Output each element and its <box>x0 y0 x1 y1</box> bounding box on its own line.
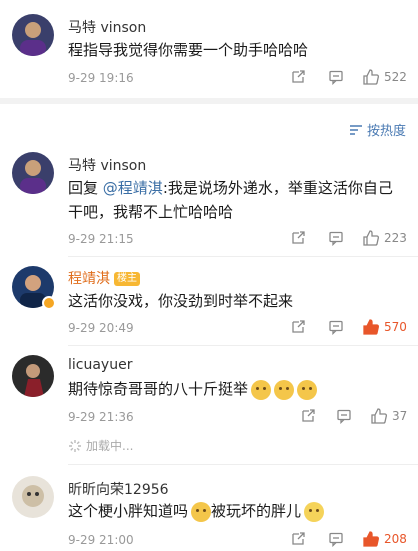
sort-label: 按热度 <box>366 124 406 139</box>
emoji-icon <box>251 379 272 400</box>
username[interactable]: 马特 vinson <box>68 17 146 37</box>
like-count: 522 <box>384 70 407 84</box>
like-button[interactable]: 570 <box>362 318 407 336</box>
timestamp: 9-29 21:00 <box>68 533 134 547</box>
share-button[interactable] <box>290 230 306 246</box>
avatar[interactable] <box>12 355 54 397</box>
sort-by-hot-button[interactable]: 按热度 <box>349 120 406 139</box>
emoji-icon <box>274 379 295 400</box>
comment-icon <box>329 320 343 335</box>
comment-icon <box>329 532 343 547</box>
comment-text: 回复 @程靖淇:我是说场外递水，举重这活你自己干吧，我帮不上忙哈哈哈 <box>68 176 404 224</box>
like-count: 570 <box>384 320 407 334</box>
username[interactable]: 昕昕向荣12956 <box>68 479 169 499</box>
share-icon <box>292 532 305 545</box>
comment-body: 期待惊奇哥哥的八十斤挺举 <box>68 380 249 398</box>
comment-button[interactable] <box>328 230 344 246</box>
thumbs-up-icon <box>363 319 379 335</box>
share-icon <box>292 70 305 83</box>
verified-badge-icon <box>42 296 56 310</box>
like-count: 208 <box>384 532 407 546</box>
like-button[interactable]: 208 <box>362 530 407 548</box>
comment-text: 这个梗小胖知道吗 被玩坏的胖儿 <box>68 499 404 523</box>
share-icon <box>292 231 305 244</box>
emoji-icon <box>191 501 212 522</box>
loading-label: 加载中... <box>86 439 134 453</box>
comment-body-after: 被玩坏的胖儿 <box>211 502 302 520</box>
username[interactable]: 程靖淇 楼主 <box>68 268 140 288</box>
comment-button[interactable] <box>328 69 344 85</box>
sort-icon <box>349 124 362 135</box>
comment-button[interactable] <box>328 319 344 335</box>
username[interactable]: licuayuer <box>68 357 132 373</box>
comment-button[interactable] <box>336 408 352 424</box>
loading-indicator: 加载中... <box>68 437 133 454</box>
like-button[interactable]: 522 <box>362 68 407 86</box>
divider <box>68 464 418 465</box>
like-button[interactable]: 37 <box>370 407 407 425</box>
comment-icon <box>329 70 343 85</box>
comment-icon <box>329 231 343 246</box>
comment-text: 程指导我觉得你需要一个助手哈哈哈 <box>68 41 309 59</box>
timestamp: 9-29 21:36 <box>68 410 134 424</box>
timestamp: 9-29 21:15 <box>68 232 134 246</box>
emoji-icon <box>297 379 318 400</box>
divider <box>68 345 418 346</box>
owner-badge: 楼主 <box>114 272 140 286</box>
username-text: 程靖淇 <box>68 271 110 287</box>
spinner-icon <box>69 439 81 452</box>
like-count: 37 <box>392 409 408 423</box>
comment-text: 这活你没戏，你没劲到时举不起来 <box>68 292 294 310</box>
timestamp: 9-29 20:49 <box>68 321 134 335</box>
section-divider <box>0 98 418 104</box>
like-count: 223 <box>384 231 407 245</box>
timestamp: 9-29 19:16 <box>68 71 134 85</box>
mention-link[interactable]: @程靖淇 <box>103 179 163 197</box>
share-button[interactable] <box>300 408 316 424</box>
divider <box>68 256 418 257</box>
comment-button[interactable] <box>328 531 344 547</box>
thumbs-up-icon <box>363 230 379 246</box>
thumbs-up-icon <box>363 69 379 85</box>
reply-prefix: 回复 <box>68 179 99 197</box>
share-button[interactable] <box>290 319 306 335</box>
comment-icon <box>337 409 351 424</box>
avatar[interactable] <box>12 152 54 194</box>
like-button[interactable]: 223 <box>362 229 407 247</box>
avatar[interactable] <box>12 14 54 56</box>
share-icon <box>302 409 315 422</box>
comment-body: 这个梗小胖知道吗 <box>68 502 189 520</box>
share-button[interactable] <box>290 531 306 547</box>
avatar[interactable] <box>12 476 54 518</box>
comment-text: 期待惊奇哥哥的八十斤挺举 <box>68 377 404 401</box>
share-icon <box>292 320 305 333</box>
share-button[interactable] <box>290 69 306 85</box>
thumbs-up-icon <box>363 531 379 547</box>
thumbs-up-icon <box>371 408 387 424</box>
username[interactable]: 马特 vinson <box>68 155 146 175</box>
emoji-icon <box>304 501 325 522</box>
